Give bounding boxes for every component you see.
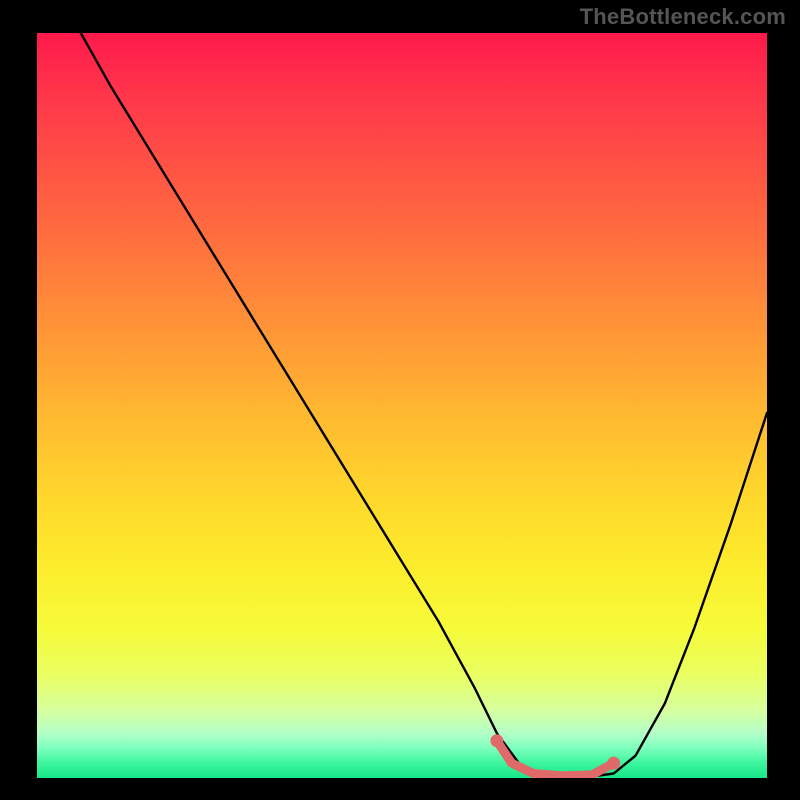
bottleneck-curve (81, 33, 767, 777)
highlight-end-dot (607, 757, 620, 770)
plot-area (37, 33, 767, 778)
curve-svg (37, 33, 767, 778)
watermark-text: TheBottleneck.com (580, 4, 786, 30)
highlight-start-dot (490, 734, 503, 747)
chart-frame: TheBottleneck.com (0, 0, 800, 800)
